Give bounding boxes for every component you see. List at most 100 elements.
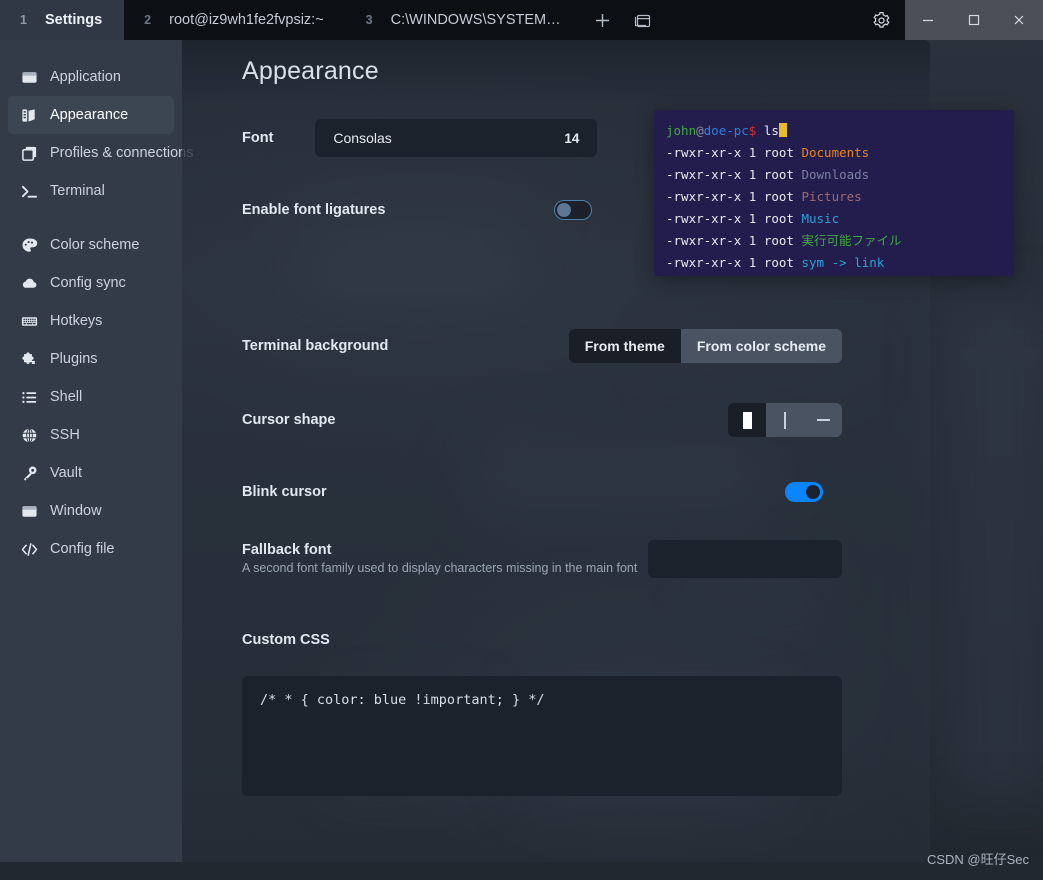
cursor-shape-underline-option[interactable] <box>804 403 842 437</box>
terminal-output-line: -rwxr-xr-x 1 root Downloads <box>666 164 1002 186</box>
prompt-command: ls <box>763 123 779 138</box>
cursor-shape-label: Cursor shape <box>242 412 336 428</box>
terminal-icon <box>20 182 38 200</box>
sidebar-item-label: Color scheme <box>50 237 140 253</box>
sidebar-item-vault[interactable]: Vault <box>8 454 174 492</box>
sidebar-item-label: SSH <box>50 427 80 443</box>
sidebar-item-label: Shell <box>50 389 83 405</box>
gear-icon[interactable] <box>857 0 905 40</box>
sidebar-item-application[interactable]: Application <box>8 58 174 96</box>
fallback-font-input[interactable] <box>648 540 842 578</box>
file-name: Music <box>801 211 840 226</box>
sidebar-group-divider <box>0 210 182 226</box>
appearance-icon <box>20 106 38 124</box>
maximize-button[interactable] <box>951 0 997 40</box>
terminal-background-segmented: From theme From color scheme <box>568 329 842 363</box>
tab-label: root@iz9wh1fe2fvpsiz:~ <box>169 12 324 28</box>
sidebar-item-config-file[interactable]: Config file <box>8 530 174 568</box>
list-icon <box>20 388 38 406</box>
sidebar-item-label: Plugins <box>50 351 98 367</box>
sidebar-item-terminal[interactable]: Terminal <box>8 172 174 210</box>
segment-from-color-scheme[interactable]: From color scheme <box>680 329 842 363</box>
keyboard-icon <box>20 312 38 330</box>
puzzle-icon <box>20 350 38 368</box>
ligatures-label: Enable font ligatures <box>242 202 386 218</box>
prompt-host: doe-pc <box>703 123 749 138</box>
tab-settings[interactable]: 1 Settings <box>0 0 125 40</box>
sidebar-item-label: Config file <box>50 541 115 557</box>
file-name: Pictures <box>801 189 862 204</box>
plus-icon[interactable] <box>583 0 623 40</box>
fallback-font-description: A second font family used to display cha… <box>242 561 638 575</box>
cloud-icon <box>20 274 38 292</box>
sidebar-item-label: Application <box>50 69 121 85</box>
row-custom-css: Custom CSS <box>182 618 930 662</box>
sidebar-item-ssh[interactable]: SSH <box>8 416 174 454</box>
titlebar-spacer <box>663 0 857 40</box>
sidebar-item-label: Profiles & connections <box>50 145 194 161</box>
custom-css-editor[interactable]: /* * { color: blue !important; } */ <box>242 676 842 796</box>
sidebar-item-label: Appearance <box>50 107 129 123</box>
palette-icon <box>20 236 38 254</box>
file-name: sym -> link <box>801 255 885 270</box>
terminal-output-line: -rwxr-xr-x 1 root sym -> link <box>666 252 1002 274</box>
sidebar-item-appearance[interactable]: Appearance <box>8 96 174 134</box>
file-permissions: -rwxr-xr-x 1 root <box>666 145 802 160</box>
font-label: Font <box>242 130 274 146</box>
terminal-output-line: -rwxr-xr-x 1 root 実行可能ファイル <box>666 230 1002 252</box>
titlebar: 1 Settings 2 root@iz9wh1fe2fvpsiz:~ 3 C:… <box>0 0 1043 40</box>
tab-label: Settings <box>44 12 103 28</box>
tab-label: C:\WINDOWS\SYSTEM… <box>390 12 561 28</box>
tab-ssh-session[interactable]: 2 root@iz9wh1fe2fvpsiz:~ <box>124 0 346 40</box>
sidebar-item-hotkeys[interactable]: Hotkeys <box>8 302 174 340</box>
file-permissions: -rwxr-xr-x 1 root <box>666 211 802 226</box>
cursor-shape-segmented <box>728 403 842 437</box>
key-icon <box>20 464 38 482</box>
code-icon <box>20 540 38 558</box>
fallback-font-label: Fallback font <box>242 542 332 558</box>
prompt-at: @ <box>696 123 704 138</box>
sidebar-item-profiles-connections[interactable]: Profiles & connections <box>8 134 193 172</box>
file-permissions: -rwxr-xr-x 1 root <box>666 167 802 182</box>
tab-index: 2 <box>144 13 152 27</box>
font-size-value: 14 <box>564 130 580 146</box>
sidebar-item-label: Hotkeys <box>50 313 103 329</box>
blink-cursor-toggle[interactable] <box>785 482 823 502</box>
tab-index: 3 <box>365 13 373 27</box>
cursor-shape-block-option[interactable] <box>728 403 766 437</box>
terminal-output-line: -rwxr-xr-x 1 root Music <box>666 208 1002 230</box>
row-fallback-font: Fallback font A second font family used … <box>182 540 930 586</box>
cursor-shape-beam-option[interactable] <box>766 403 804 437</box>
file-permissions: -rwxr-xr-x 1 root <box>666 233 802 248</box>
sidebar-item-window[interactable]: Window <box>8 492 174 530</box>
tab-windows-shell[interactable]: 3 C:\WINDOWS\SYSTEM… <box>346 0 583 40</box>
file-name: Documents <box>801 145 870 160</box>
tabby-terminal-window: 1 Settings 2 root@iz9wh1fe2fvpsiz:~ 3 C:… <box>0 0 1043 880</box>
sidebar-item-plugins[interactable]: Plugins <box>8 340 174 378</box>
file-permissions: -rwxr-xr-x 1 root <box>666 189 802 204</box>
sidebar-item-color-scheme[interactable]: Color scheme <box>8 226 174 264</box>
cursor-beam-icon <box>784 411 786 429</box>
row-blink-cursor: Blink cursor <box>182 470 930 514</box>
cursor-underline-icon <box>816 419 830 421</box>
file-name: 実行可能ファイル <box>801 233 902 248</box>
segment-from-theme[interactable]: From theme <box>568 329 681 363</box>
window-controls <box>905 0 1043 40</box>
ligatures-toggle[interactable] <box>554 200 592 220</box>
prompt-user: john <box>666 123 697 138</box>
blink-cursor-label: Blink cursor <box>242 484 327 500</box>
sidebar-item-shell[interactable]: Shell <box>8 378 174 416</box>
close-button[interactable] <box>997 0 1043 40</box>
minimize-button[interactable] <box>905 0 951 40</box>
terminal-output-line: -rwxr-xr-x 1 root Pictures <box>666 186 1002 208</box>
sidebar-item-config-sync[interactable]: Config sync <box>8 264 174 302</box>
profiles-icon <box>20 144 38 162</box>
toggle-knob <box>557 203 571 217</box>
terminal-background-label: Terminal background <box>242 338 389 354</box>
font-field[interactable]: Consolas 14 <box>315 119 598 157</box>
sidebar-item-label: Config sync <box>50 275 126 291</box>
sidebar-item-label: Window <box>50 503 102 519</box>
window-split-icon[interactable] <box>623 0 663 40</box>
terminal-prompt-line: john@doe-pc$ ls <box>666 120 1002 142</box>
page-title: Appearance <box>242 56 379 85</box>
